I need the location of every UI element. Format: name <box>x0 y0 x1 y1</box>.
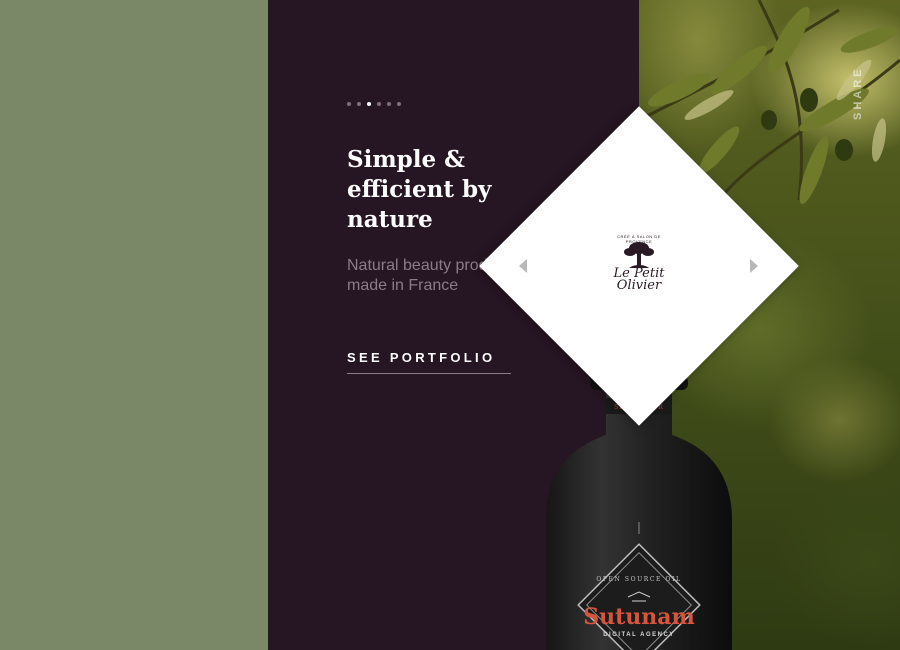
prev-arrow-button[interactable] <box>515 256 531 276</box>
slider-dot[interactable] <box>347 102 351 106</box>
slider-dot[interactable] <box>357 102 361 106</box>
hero-headline: Simple & efficient by nature <box>347 146 492 233</box>
share-label[interactable]: SHARE <box>852 60 866 120</box>
slider-dot[interactable] <box>397 102 401 106</box>
bottle-label-sub: DIGITAL AGENCY <box>603 632 675 638</box>
next-arrow-button[interactable] <box>746 256 762 276</box>
bottle-brand: Sutunam <box>583 604 695 630</box>
slider-dot[interactable] <box>377 102 381 106</box>
left-green-panel <box>0 0 268 650</box>
slider-dot[interactable] <box>387 102 391 106</box>
triangle-left-icon <box>519 259 527 273</box>
triangle-right-icon <box>750 259 758 273</box>
bottle-label-top: OPEN SOURCE OIL <box>596 576 682 583</box>
see-portfolio-link[interactable]: SEE PORTFOLIO <box>347 350 511 374</box>
slider-dot-active[interactable] <box>367 102 371 106</box>
logo-name: Le Petit Olivier <box>613 266 665 293</box>
slider-dots <box>347 102 401 106</box>
